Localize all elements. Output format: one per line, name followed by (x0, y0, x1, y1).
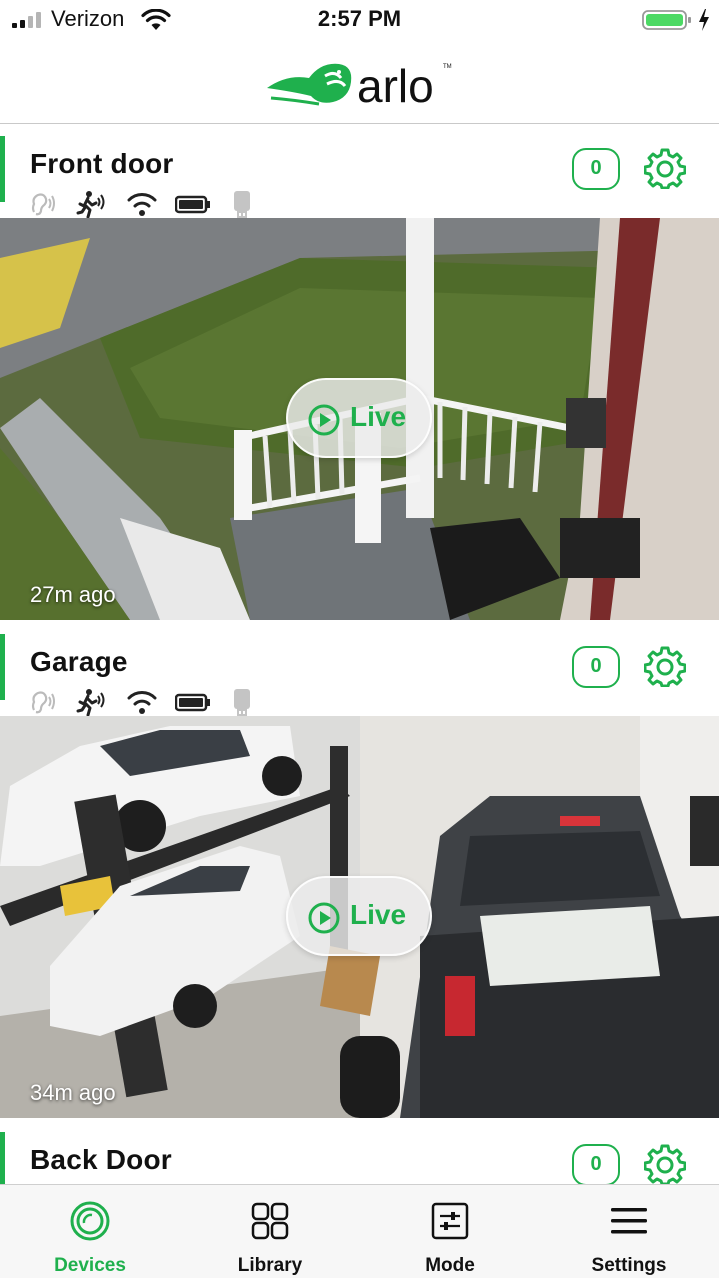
svg-text:arlo: arlo (357, 60, 434, 112)
nav-label: Library (237, 1255, 303, 1276)
camera-feed[interactable]: Live 34m ago (0, 716, 719, 1118)
devices-icon (70, 1201, 110, 1241)
device-card-front-door: Front door 0 Live 27m ago (0, 136, 719, 620)
last-snapshot-time: 34m ago (30, 1080, 116, 1105)
battery-icon (175, 195, 210, 214)
audio-icon (31, 193, 55, 216)
device-name[interactable]: Front door (30, 148, 174, 180)
live-button[interactable]: Live (286, 378, 432, 458)
active-accent-bar (0, 136, 5, 202)
svg-text:TM: TM (443, 64, 452, 70)
wifi-icon (127, 193, 157, 216)
motion-icon (76, 191, 105, 218)
device-card-back-door: Back Door 0 (0, 1132, 719, 1184)
device-name[interactable]: Garage (30, 646, 128, 678)
active-accent-bar (0, 1132, 5, 1184)
live-button[interactable]: Live (286, 876, 432, 956)
nav-label: Devices (54, 1255, 126, 1276)
last-snapshot-time: 27m ago (30, 582, 116, 607)
charging-icon (699, 9, 709, 31)
storage-icon (234, 689, 250, 717)
library-icon (251, 1202, 289, 1240)
battery-icon (175, 693, 210, 712)
gear-icon[interactable] (644, 147, 686, 189)
wifi-icon (127, 691, 157, 714)
play-icon (308, 404, 340, 436)
nav-mode[interactable]: Mode (360, 1185, 540, 1278)
nav-settings[interactable]: Settings (539, 1185, 719, 1278)
live-label: Live (350, 401, 407, 432)
live-label: Live (350, 899, 407, 930)
notification-count-badge[interactable]: 0 (572, 1144, 620, 1184)
nav-library[interactable]: Library (180, 1185, 360, 1278)
gear-icon[interactable] (644, 645, 686, 687)
bottom-navigation: Devices Library Mode Settings (0, 1184, 719, 1278)
nav-label: Mode (425, 1255, 475, 1276)
active-accent-bar (0, 634, 5, 700)
status-time: 2:57 PM (317, 6, 402, 31)
nav-devices[interactable]: Devices (0, 1185, 180, 1278)
battery-status-icon (642, 10, 691, 30)
storage-icon (234, 191, 250, 219)
device-header: Back Door 0 (0, 1132, 719, 1184)
motion-icon (76, 689, 105, 716)
camera-feed[interactable]: Live 27m ago (0, 218, 719, 620)
notification-count-badge[interactable]: 0 (572, 148, 620, 190)
device-header: Garage 0 (0, 634, 719, 717)
play-icon (308, 902, 340, 934)
gear-icon[interactable] (644, 1143, 686, 1184)
status-bar: Verizon 2:57 PM (0, 0, 719, 40)
mode-icon (431, 1202, 469, 1240)
menu-icon (611, 1208, 647, 1234)
arlo-logo: arlo TM (267, 60, 452, 112)
device-card-garage: Garage 0 Live 34m ago (0, 634, 719, 1118)
nav-label: Settings (591, 1255, 667, 1276)
audio-icon (31, 691, 55, 714)
app-header: arlo TM (0, 40, 719, 124)
device-name[interactable]: Back Door (30, 1144, 172, 1176)
device-header: Front door 0 (0, 136, 719, 219)
notification-count-badge[interactable]: 0 (572, 646, 620, 688)
